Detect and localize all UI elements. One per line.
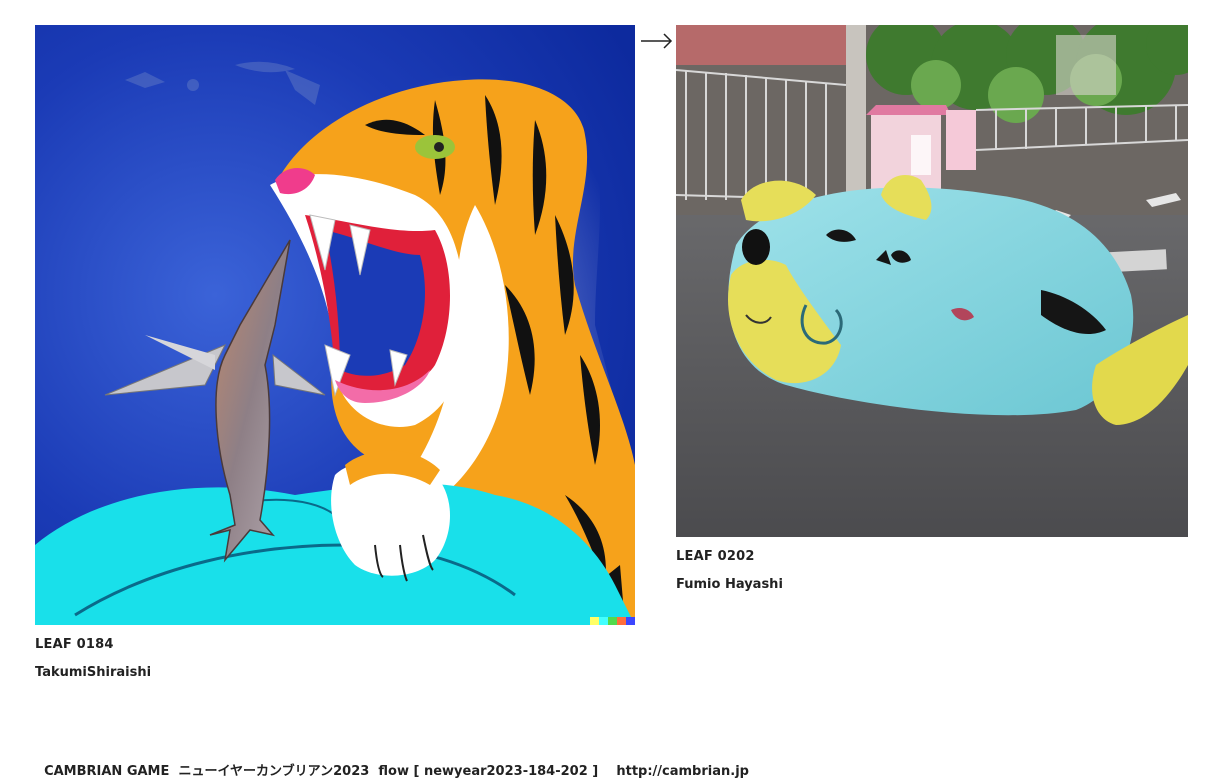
leaf-card-0184: LEAF 0184 TakumiShiraishi <box>35 25 635 681</box>
leaf-author[interactable]: Fumio Hayashi <box>676 577 1188 593</box>
footer-site-link[interactable]: http://cambrian.jp <box>616 764 749 779</box>
leaf-id: LEAF 0184 <box>35 637 114 652</box>
footer-game-name[interactable]: CAMBRIAN GAME <box>44 764 169 779</box>
leaf-image-0184[interactable] <box>35 25 635 625</box>
footer-game-title[interactable]: ニューイヤーカンブリアン2023 <box>178 764 369 779</box>
footer: CAMBRIAN GAME ニューイヤーカンブリアン2023 flow [ ne… <box>35 745 749 779</box>
footer-flow-id: flow [ newyear2023-184-202 ] <box>378 764 599 779</box>
leaf-author[interactable]: TakumiShiraishi <box>35 665 635 681</box>
leaf-image-0202[interactable] <box>676 25 1188 537</box>
leaf-id: LEAF 0202 <box>676 549 755 564</box>
right-arrow-icon[interactable] <box>640 31 674 51</box>
leaf-card-0202: LEAF 0202 Fumio Hayashi <box>676 25 1188 593</box>
